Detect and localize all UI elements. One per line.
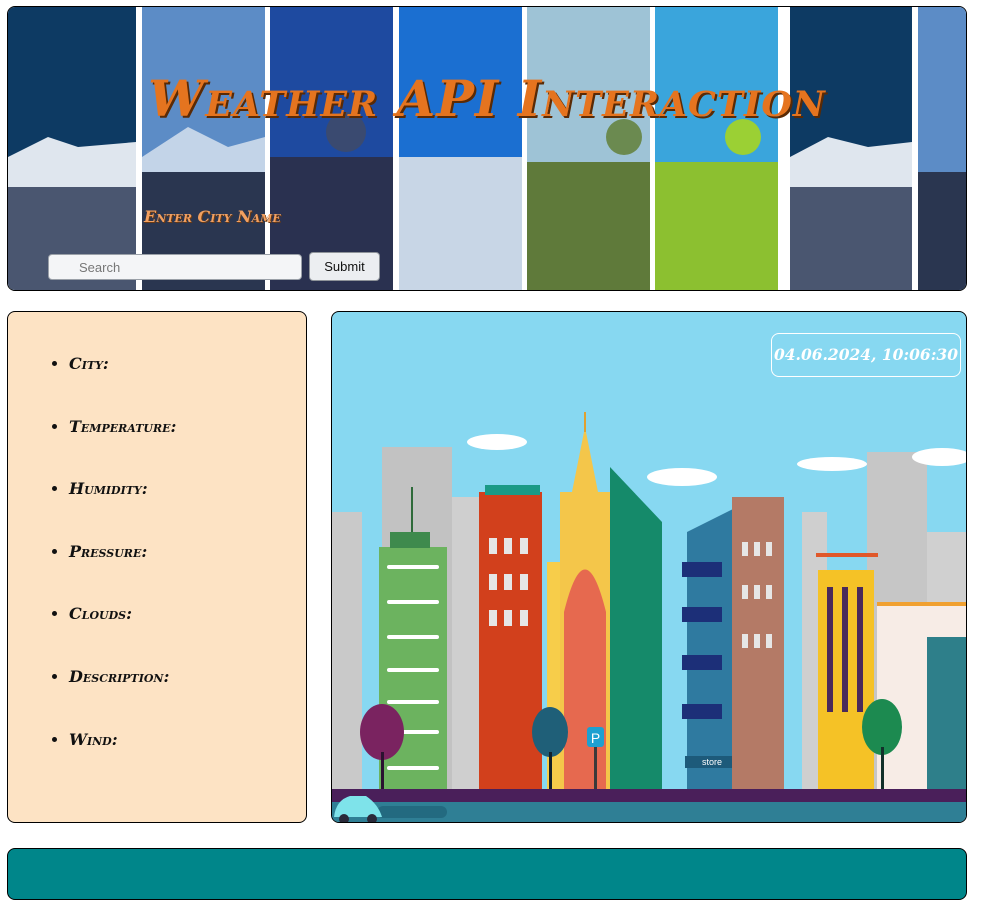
parking-sign: P xyxy=(591,730,600,746)
city-name-label: Enter City Name xyxy=(144,207,281,226)
weather-info-list: City: Temperature: Humidity: Pressure: C… xyxy=(8,353,176,791)
weather-info-panel: City: Temperature: Humidity: Pressure: C… xyxy=(7,311,307,823)
info-humidity: Humidity: xyxy=(69,478,176,541)
info-pressure: Pressure: xyxy=(69,541,176,604)
info-clouds: Clouds: xyxy=(69,603,176,666)
store-sign: store xyxy=(702,757,722,767)
info-wind: Wind: xyxy=(69,729,176,792)
page-title: Weather API Interaction xyxy=(148,69,826,128)
info-description: Description: xyxy=(69,666,176,729)
city-search-input[interactable] xyxy=(48,254,302,280)
city-illustration: store P xyxy=(332,412,966,822)
city-scene-panel: store P 04.06.2024, 10:06:30 xyxy=(331,311,967,823)
info-city: City: xyxy=(69,353,176,416)
footer-bar xyxy=(7,848,967,900)
submit-button[interactable]: Submit xyxy=(309,252,380,281)
header-banner: Weather API Interaction Enter City Name … xyxy=(7,6,967,291)
seasons-background-illustration xyxy=(8,7,966,290)
info-temperature: Temperature: xyxy=(69,416,176,479)
datetime-display: 04.06.2024, 10:06:30 xyxy=(771,333,961,377)
